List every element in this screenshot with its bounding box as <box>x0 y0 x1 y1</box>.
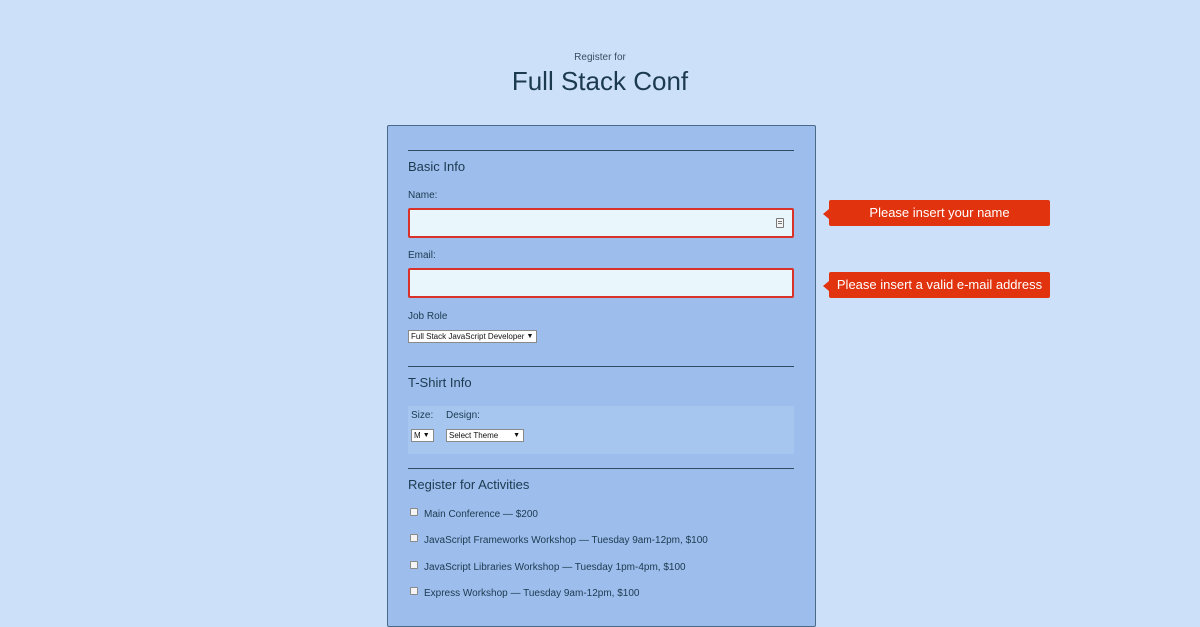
activity-checkbox[interactable] <box>410 587 418 595</box>
name-input[interactable] <box>410 210 792 236</box>
size-select[interactable]: M ▼ <box>411 429 434 442</box>
name-field-wrapper <box>408 208 794 238</box>
job-role-selected-value: Full Stack JavaScript Developer <box>411 332 525 341</box>
triangle-down-icon: ▼ <box>526 333 534 340</box>
job-role-select[interactable]: Full Stack JavaScript Developer ▼ <box>408 330 538 343</box>
design-selected-value: Select Theme <box>449 431 499 440</box>
email-field-wrapper <box>408 268 794 298</box>
activity-label: Express Workshop — Tuesday 9am-12pm, $10… <box>424 588 640 599</box>
name-label: Name: <box>408 190 438 201</box>
job-role-label: Job Role <box>408 311 448 322</box>
registration-form: Basic Info Name: Email: Job Role Full St… <box>387 125 816 627</box>
section-divider <box>408 366 794 367</box>
activity-checkbox[interactable] <box>410 534 418 542</box>
page-title: Full Stack Conf <box>511 66 689 96</box>
page-subtitle: Register for <box>574 52 626 63</box>
activity-label: Main Conference — $200 <box>424 509 538 520</box>
size-selected-value: M <box>414 431 421 440</box>
email-input[interactable] <box>410 270 792 296</box>
triangle-down-icon: ▼ <box>513 432 520 439</box>
autofill-contact-icon[interactable] <box>776 218 784 228</box>
section-divider <box>408 150 794 151</box>
triangle-down-icon: ▼ <box>422 432 430 439</box>
email-error-tooltip: Please insert a valid e-mail address <box>823 272 1050 298</box>
section-divider <box>408 468 794 469</box>
email-label: Email: <box>408 250 436 261</box>
activity-label: JavaScript Frameworks Workshop — Tuesday… <box>424 535 708 546</box>
activity-item[interactable]: JavaScript Frameworks Workshop — Tuesday… <box>410 534 708 546</box>
activity-label: JavaScript Libraries Workshop — Tuesday … <box>424 562 686 573</box>
activities-heading: Register for Activities <box>408 477 530 492</box>
activity-item[interactable]: Express Workshop — Tuesday 9am-12pm, $10… <box>410 587 639 599</box>
activity-item[interactable]: JavaScript Libraries Workshop — Tuesday … <box>410 561 686 573</box>
design-select[interactable]: Select Theme ▼ <box>446 429 524 442</box>
size-label: Size: <box>411 410 434 421</box>
tshirt-options-panel: Size: Design: M ▼ Select Theme ▼ <box>408 406 794 454</box>
basic-info-heading: Basic Info <box>408 159 466 174</box>
design-label: Design: <box>446 410 480 421</box>
activity-checkbox[interactable] <box>410 561 418 569</box>
tshirt-info-heading: T-Shirt Info <box>408 375 472 390</box>
activity-checkbox[interactable] <box>410 508 418 516</box>
name-error-tooltip: Please insert your name <box>823 200 1050 226</box>
activity-item[interactable]: Main Conference — $200 <box>410 508 538 520</box>
